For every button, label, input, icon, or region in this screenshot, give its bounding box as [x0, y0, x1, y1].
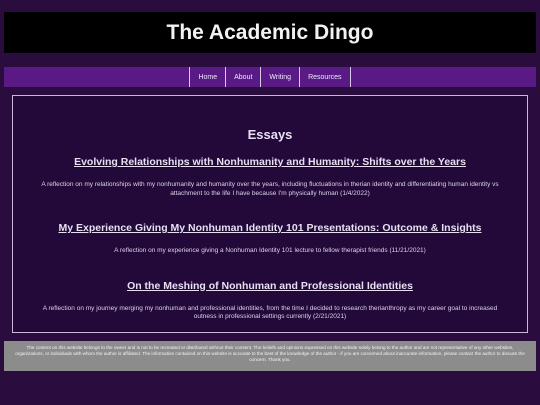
nav-resources-link[interactable]: Resources	[299, 67, 351, 87]
site-title: The Academic Dingo	[166, 20, 374, 44]
essay-entry: My Experience Giving My Nonhuman Identit…	[13, 218, 527, 256]
section-title: Essays	[247, 127, 293, 142]
essay-title-link[interactable]: My Experience Giving My Nonhuman Identit…	[58, 222, 481, 234]
essay-entry: Evolving Relationships with Nonhumanity …	[13, 152, 527, 198]
footer-disclaimer: The content on this website belongs to t…	[4, 341, 536, 371]
essay-description: A reflection on my experience giving a N…	[114, 247, 426, 254]
essay-description: A reflection on my journey merging my no…	[42, 304, 498, 321]
nav-bar: Home About Writing Resources	[4, 67, 536, 87]
content-panel: Essays Evolving Relationships with Nonhu…	[12, 95, 528, 333]
essay-title-link[interactable]: On the Meshing of Nonhuman and Professio…	[127, 280, 413, 292]
nav-home-link[interactable]: Home	[189, 67, 225, 87]
nav-about-link[interactable]: About	[225, 67, 260, 87]
site-header: The Academic Dingo	[4, 12, 536, 53]
essay-description: A reflection on my relationships with my…	[41, 181, 499, 197]
nav-writing-link[interactable]: Writing	[260, 67, 299, 87]
essay-title-link[interactable]: Evolving Relationships with Nonhumanity …	[74, 156, 466, 168]
essay-entry: On the Meshing of Nonhuman and Professio…	[13, 276, 527, 322]
